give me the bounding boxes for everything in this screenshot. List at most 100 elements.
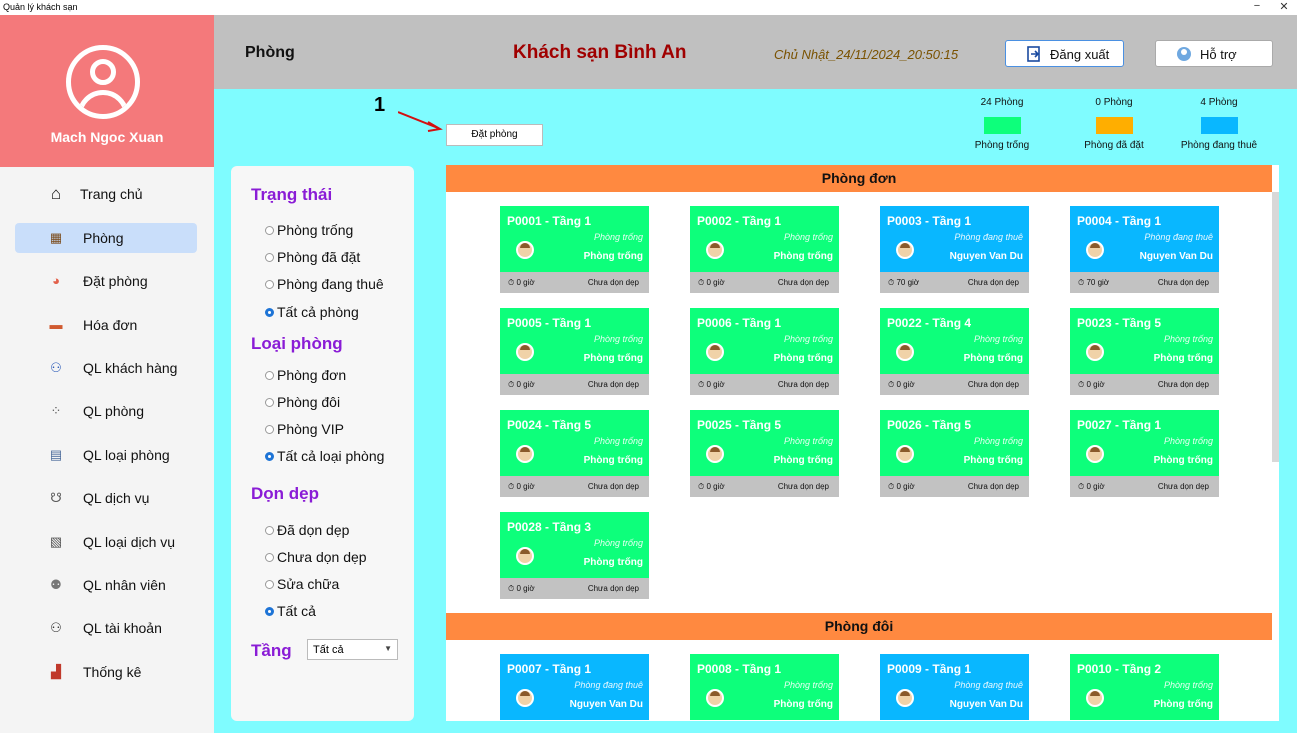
clean-option-pending[interactable]: Chưa dọn dẹp — [265, 549, 367, 565]
sidebar-item-staff-mgmt[interactable]: ⚉ QL nhân viên — [15, 570, 197, 600]
sidebar-item-label: QL tài khoản — [83, 620, 162, 636]
logout-button[interactable]: Đăng xuất — [1005, 40, 1124, 67]
close-icon[interactable]: ✕ — [1275, 0, 1293, 13]
room-card[interactable]: P0010 - Tầng 2 Phòng trống Phòng trống — [1070, 654, 1219, 721]
type-option-all[interactable]: Tất cả loại phòng — [265, 448, 384, 464]
room-card[interactable]: P0009 - Tầng 1 Phòng đang thuê Nguyen Van … — [880, 654, 1029, 721]
type-option-single[interactable]: Phòng đơn — [265, 367, 346, 383]
room-status: Phòng đang thuê — [574, 680, 643, 690]
hotel-name: Khách sạn Bình An — [513, 42, 687, 63]
staff-icon: ⚉ — [50, 577, 62, 592]
room-type-icon: ▤ — [49, 447, 63, 462]
room-status: Phòng trống — [1163, 334, 1213, 344]
room-id: P0008 - Tầng 1 — [697, 662, 782, 676]
sidebar-item-label: Hóa đơn — [83, 317, 138, 333]
room-occupant: Nguyen Van Du — [1139, 251, 1213, 262]
minimize-icon[interactable]: − — [1248, 0, 1266, 12]
service-type-icon: ▧ — [49, 534, 63, 549]
floor-select[interactable]: Tất cả ▼ — [307, 639, 398, 660]
room-card[interactable]: P0005 - Tầng 1 Phòng trống Phòng trống ⏱ 0… — [500, 308, 649, 401]
help-button[interactable]: Hỗ trợ — [1155, 40, 1273, 67]
room-card[interactable]: P0008 - Tầng 1 Phòng trống Phòng trống — [690, 654, 839, 721]
book-room-button[interactable]: Đặt phòng — [446, 124, 543, 146]
filter-panel: Trạng thái Phòng trống Phòng đã đặt Phòn… — [231, 166, 414, 721]
room-time: ⏱ 0 giờ — [508, 278, 535, 287]
logout-label: Đăng xuất — [1050, 47, 1110, 62]
guest-icon — [706, 445, 724, 463]
room-status: Phòng đang thuê — [954, 680, 1023, 690]
type-option-vip[interactable]: Phòng VIP — [265, 421, 344, 437]
room-card[interactable]: P0023 - Tầng 5 Phòng trống Phòng trống ⏱ 0… — [1070, 308, 1219, 401]
sidebar-item-booking[interactable]: ◕ Đặt phòng — [15, 266, 197, 296]
type-option-double[interactable]: Phòng đôi — [265, 394, 340, 410]
floor-select-value: Tất cả — [313, 644, 344, 656]
room-status: Phòng trống — [593, 538, 643, 548]
room-time: ⏱ 0 giờ — [1078, 482, 1105, 491]
room-card[interactable]: P0028 - Tầng 3 Phòng trống Phòng trống ⏱ 0… — [500, 512, 649, 605]
sidebar-item-service-type-mgmt[interactable]: ▧ QL loại dịch vụ — [15, 527, 197, 557]
type-filter-title: Loại phòng — [251, 334, 343, 353]
sidebar-item-statistics[interactable]: ▟ Thống kê — [15, 657, 197, 687]
clean-option-done[interactable]: Đã dọn dẹp — [265, 522, 349, 538]
sidebar-item-account-mgmt[interactable]: ⚇ QL tài khoản — [15, 613, 197, 643]
room-card[interactable]: P0002 - Tầng 1 Phòng trống Phòng trống ⏱ 0… — [690, 206, 839, 299]
room-card[interactable]: P0001 - Tầng 1 Phòng trống Phòng trống ⏱ 0… — [500, 206, 649, 299]
room-card[interactable]: P0025 - Tầng 5 Phòng trống Phòng trống ⏱ 0… — [690, 410, 839, 503]
room-occupant: Nguyen Van Du — [949, 251, 1023, 262]
room-card[interactable]: P0022 - Tầng 4 Phòng trống Phòng trống ⏱ 0… — [880, 308, 1029, 401]
clean-option-all[interactable]: Tất cả — [265, 603, 316, 619]
room-occupant: Phòng trống — [773, 455, 833, 466]
room-clean-status: Chưa dọn dẹp — [587, 482, 639, 491]
status-filter-title: Trạng thái — [251, 185, 333, 204]
sidebar-item-label: QL nhân viên — [83, 577, 166, 593]
sidebar-item-room-mgmt[interactable]: ⁘ QL phòng — [15, 396, 197, 426]
guest-icon — [516, 241, 534, 259]
guest-icon — [1086, 689, 1104, 707]
room-card[interactable]: P0006 - Tầng 1 Phòng trống Phòng trống ⏱ 0… — [690, 308, 839, 401]
status-option-all[interactable]: Tất cả phòng — [265, 304, 359, 320]
sidebar-item-home[interactable]: ⌂ Trang chủ — [15, 179, 197, 209]
room-card[interactable]: P0003 - Tầng 1 Phòng đang thuê Nguyen Van … — [880, 206, 1029, 299]
room-time: ⏱ 0 giờ — [698, 380, 725, 389]
rooms-panel: Phòng đơn P0001 - Tầng 1 Phòng trống Phòng… — [446, 165, 1279, 721]
page-title: Phòng — [245, 44, 295, 61]
status-option-rented[interactable]: Phòng đang thuê — [265, 276, 384, 292]
sidebar-item-customers[interactable]: ⚇ QL khách hàng — [15, 353, 197, 383]
room-time: ⏱ 70 giờ — [1078, 278, 1110, 287]
status-option-booked[interactable]: Phòng đã đặt — [265, 249, 360, 265]
sidebar-item-label: QL loại dịch vụ — [83, 534, 176, 550]
room-id: P0006 - Tầng 1 — [697, 316, 782, 330]
room-id: P0024 - Tầng 5 — [507, 418, 592, 432]
guest-icon — [516, 689, 534, 707]
clean-filter-title: Dọn dẹp — [251, 484, 319, 503]
room-clean-status: Chưa dọn dẹp — [777, 380, 829, 389]
room-time: ⏱ 0 giờ — [888, 380, 915, 389]
room-id: P0003 - Tầng 1 — [887, 214, 972, 228]
room-card[interactable]: P0024 - Tầng 5 Phòng trống Phòng trống ⏱ 0… — [500, 410, 649, 503]
room-status: Phòng trống — [783, 334, 833, 344]
service-icon: ☋ — [50, 490, 62, 505]
room-time: ⏱ 70 giờ — [888, 278, 920, 287]
room-card[interactable]: P0007 - Tầng 1 Phòng đang thuê Nguyen Van … — [500, 654, 649, 721]
sidebar-item-invoice[interactable]: ▬ Hóa đơn — [15, 310, 197, 340]
guest-icon — [706, 343, 724, 361]
sidebar-item-label: QL phòng — [83, 403, 144, 419]
legend-count: 4 Phòng — [1200, 97, 1238, 108]
statistics-icon: ▟ — [51, 664, 61, 679]
sidebar: ⌂ Trang chủ ▦ Phòng ◕ Đặt phòng ▬ Hóa đơ… — [0, 167, 214, 733]
room-time: ⏱ 0 giờ — [1078, 380, 1105, 389]
room-card[interactable]: P0026 - Tầng 5 Phòng trống Phòng trống ⏱ 0… — [880, 410, 1029, 503]
status-option-available[interactable]: Phòng trống — [265, 222, 353, 238]
rooms-scrollbar[interactable] — [1272, 192, 1279, 462]
room-card[interactable]: P0027 - Tầng 1 Phòng trống Phòng trống ⏱ 0… — [1070, 410, 1219, 503]
sidebar-item-service-mgmt[interactable]: ☋ QL dịch vụ — [15, 483, 197, 513]
room-status: Phòng trống — [973, 334, 1023, 344]
room-time: ⏱ 0 giờ — [698, 482, 725, 491]
sidebar-item-rooms[interactable]: ▦ Phòng — [15, 223, 197, 253]
guest-icon — [896, 241, 914, 259]
clean-option-repair[interactable]: Sửa chữa — [265, 576, 339, 592]
legend-swatch — [983, 117, 1021, 134]
section-header-single: Phòng đơn — [446, 165, 1272, 192]
room-card[interactable]: P0004 - Tầng 1 Phòng đang thuê Nguyen Van … — [1070, 206, 1219, 299]
sidebar-item-room-type-mgmt[interactable]: ▤ QL loại phòng — [15, 440, 197, 470]
